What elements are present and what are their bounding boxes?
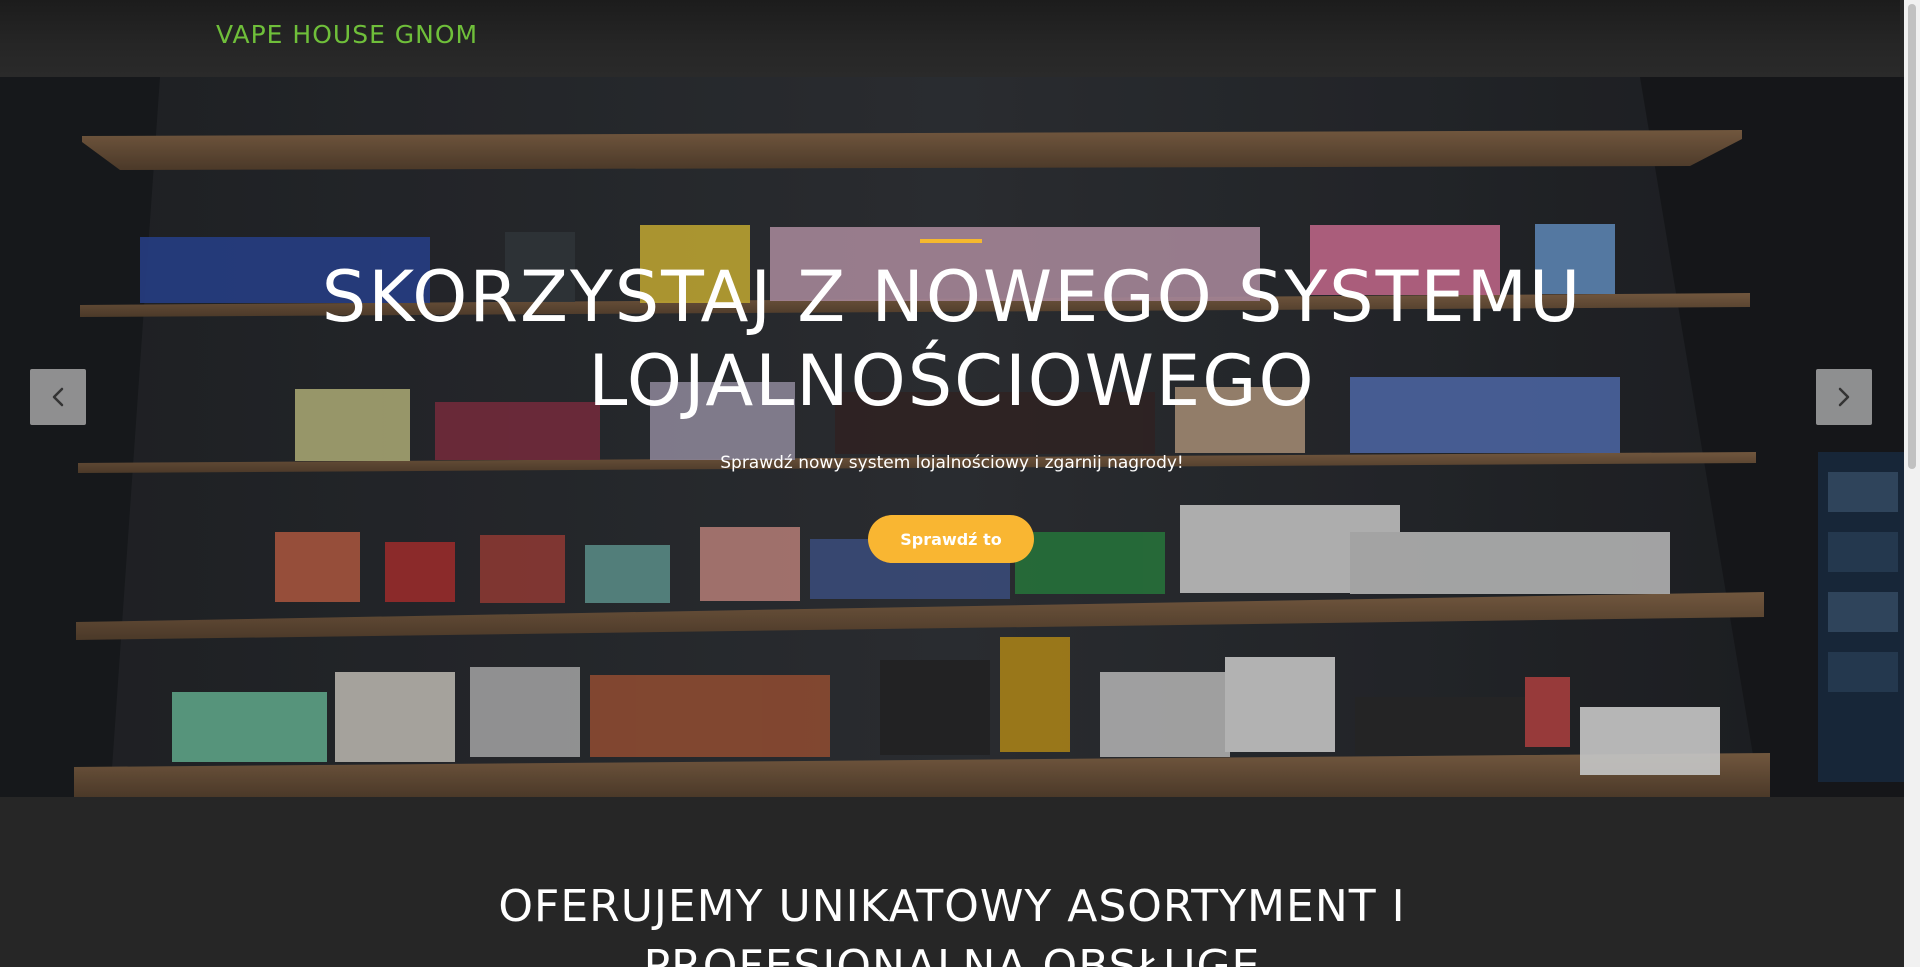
chevron-left-icon xyxy=(52,387,64,407)
hero-slider: SKORZYSTAJ Z NOWEGO SYSTEMU LOJALNOŚCIOW… xyxy=(0,77,1904,797)
hero-overlay xyxy=(0,77,1904,797)
chevron-right-icon xyxy=(1838,387,1850,407)
offer-section: OFERUJEMY UNIKATOWY ASORTYMENT I PROFESJ… xyxy=(0,797,1904,967)
site-header: VAPE HOUSE GNOM xyxy=(0,0,1900,77)
page: VAPE HOUSE GNOM SKORZYSTAJ Z NOWEGO SYST… xyxy=(0,0,1920,967)
slider-next-button[interactable] xyxy=(1816,369,1872,425)
slider-prev-button[interactable] xyxy=(30,369,86,425)
scrollbar-thumb[interactable] xyxy=(1908,4,1916,469)
page-scrollbar[interactable] xyxy=(1904,0,1920,967)
hero-subtitle: Sprawdź nowy system lojalnościowy i zgar… xyxy=(720,453,1184,473)
hero-accent-line xyxy=(920,239,982,243)
hero-cta-button[interactable]: Sprawdź to xyxy=(868,515,1034,563)
hero-title: SKORZYSTAJ Z NOWEGO SYSTEMU LOJALNOŚCIOW… xyxy=(321,256,1583,422)
brand-logo[interactable]: VAPE HOUSE GNOM xyxy=(216,20,478,49)
offer-title: OFERUJEMY UNIKATOWY ASORTYMENT I PROFESJ… xyxy=(498,881,1406,967)
